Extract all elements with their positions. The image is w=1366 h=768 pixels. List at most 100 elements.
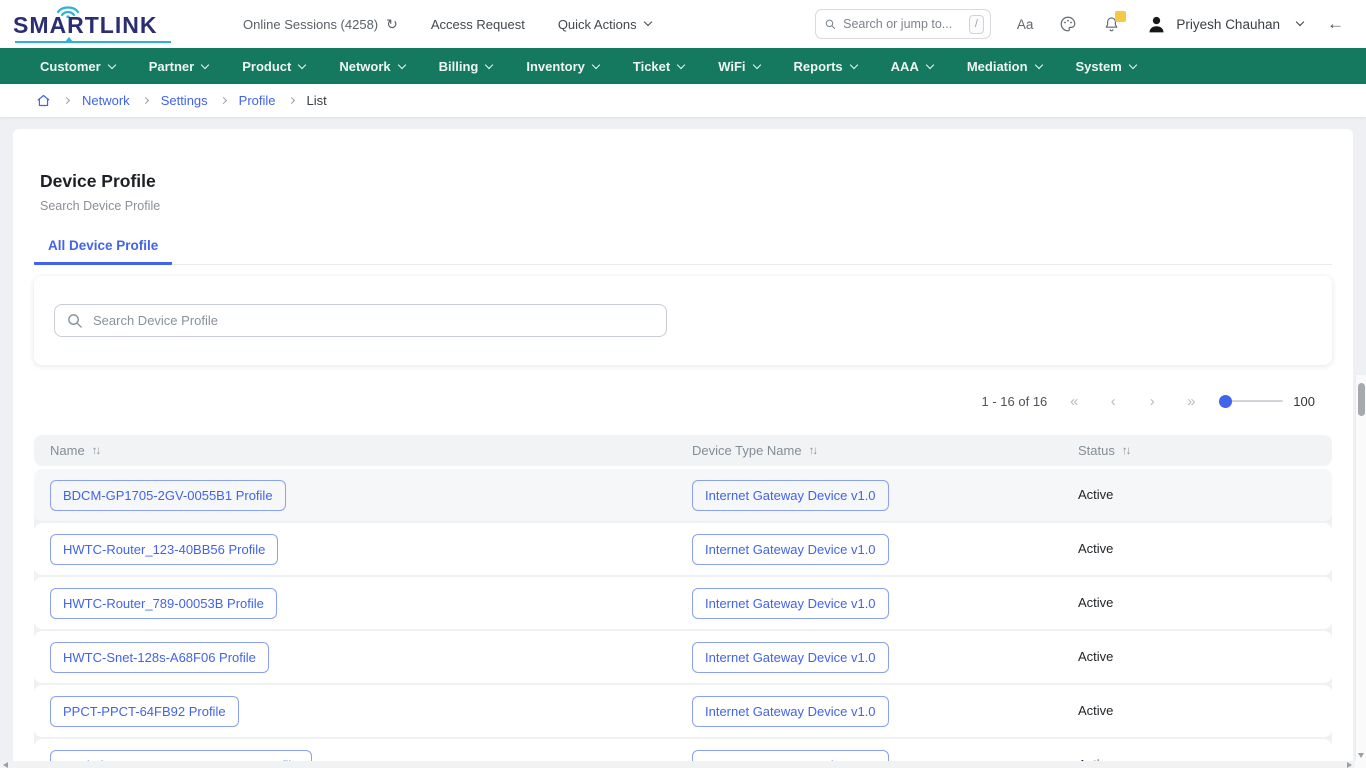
chevron-down-icon xyxy=(849,60,857,68)
table-row: HWTC-Snet-128s-A68F06 Profile Internet Ga… xyxy=(34,631,1332,683)
search-icon xyxy=(825,17,835,31)
device-type-button[interactable]: Internet Gateway Device v1.0 xyxy=(692,642,889,673)
horizontal-scrollbar[interactable] xyxy=(0,761,1355,768)
nav-item-mediation[interactable]: Mediation xyxy=(967,59,1042,74)
nav-item-ticket[interactable]: Ticket xyxy=(633,59,684,74)
breadcrumb-link[interactable]: Network xyxy=(82,93,130,108)
breadcrumb-current: List xyxy=(307,93,327,108)
main-card: Device Profile Search Device Profile All… xyxy=(13,129,1353,768)
nav-item-wifi[interactable]: WiFi xyxy=(718,59,759,74)
profile-name-button[interactable]: HWTC-Snet-128s-A68F06 Profile xyxy=(50,642,269,673)
logo-text: SMARTLINK xyxy=(13,12,157,39)
nav-item-system[interactable]: System xyxy=(1076,59,1136,74)
refresh-icon[interactable]: ↻ xyxy=(386,16,398,33)
nav-item-inventory[interactable]: Inventory xyxy=(526,59,599,74)
breadcrumb-separator-icon xyxy=(287,97,294,104)
font-size-toggle[interactable]: Aa xyxy=(1017,17,1034,32)
chevron-down-icon xyxy=(643,18,651,26)
breadcrumb-separator-icon xyxy=(220,97,227,104)
online-sessions: Online Sessions (4258) ↻ xyxy=(243,16,398,33)
nav-item-customer[interactable]: Customer xyxy=(40,59,115,74)
chevron-down-icon xyxy=(1034,60,1042,68)
chevron-down-icon xyxy=(677,60,685,68)
page-subtitle: Search Device Profile xyxy=(40,199,1353,213)
chevron-down-icon xyxy=(1129,60,1137,68)
smartlink-logo[interactable]: SMARTLINK xyxy=(13,3,181,45)
chevron-down-icon xyxy=(926,60,934,68)
notification-badge xyxy=(1115,11,1126,22)
breadcrumb-link[interactable]: Profile xyxy=(239,93,276,108)
breadcrumb-separator-icon xyxy=(63,97,70,104)
tabs: All Device Profile xyxy=(34,229,1332,265)
home-icon[interactable] xyxy=(36,93,51,108)
filter-panel xyxy=(34,276,1332,365)
global-search-input[interactable] xyxy=(841,16,963,32)
status-text: Active xyxy=(1078,703,1113,718)
profile-name-button[interactable]: PPCT-PPCT-64FB92 Profile xyxy=(50,696,239,727)
scroll-down-arrow-icon[interactable] xyxy=(1358,753,1364,758)
nav-item-reports[interactable]: Reports xyxy=(794,59,857,74)
scrollbar-corner xyxy=(1355,761,1366,768)
status-text: Active xyxy=(1078,487,1113,502)
access-request-link[interactable]: Access Request xyxy=(431,17,525,32)
nav-item-product[interactable]: Product xyxy=(242,59,305,74)
scroll-right-arrow-icon[interactable] xyxy=(1347,762,1352,768)
table-row: BDCM-GP1705-2GV-0055B1 Profile Internet G… xyxy=(34,469,1332,521)
slider-handle[interactable] xyxy=(1219,395,1232,408)
breadcrumb-link[interactable]: Settings xyxy=(161,93,208,108)
palette-icon xyxy=(1059,15,1077,33)
user-menu[interactable]: Priyesh Chauhan xyxy=(1146,14,1303,35)
chevron-down-icon xyxy=(752,60,760,68)
table-row: PPCT-PPCT-64FB92 Profile Internet Gateway… xyxy=(34,685,1332,737)
status-text: Active xyxy=(1078,541,1113,556)
sort-icon[interactable]: ↑↓ xyxy=(92,445,100,457)
column-header-name[interactable]: Name ↑↓ xyxy=(34,443,676,458)
column-header-status[interactable]: Status ↑↓ xyxy=(1062,443,1332,458)
next-page-button[interactable]: › xyxy=(1140,393,1164,410)
profile-name-button[interactable]: HWTC-Router_123-40BB56 Profile xyxy=(50,534,278,565)
first-page-button[interactable]: « xyxy=(1062,393,1086,410)
table-header: Name ↑↓ Device Type Name ↑↓ Status ↑↓ xyxy=(34,435,1332,466)
page-size-slider[interactable] xyxy=(1219,394,1283,408)
theme-palette-icon[interactable] xyxy=(1059,15,1077,33)
online-sessions-label: Online Sessions (4258) xyxy=(243,17,378,32)
global-search[interactable]: / xyxy=(815,9,991,39)
profile-name-button[interactable]: BDCM-GP1705-2GV-0055B1 Profile xyxy=(50,480,286,511)
logo-part-sm: SM xyxy=(13,12,50,38)
table-row: HWTC-Router_123-40BB56 Profile Internet G… xyxy=(34,523,1332,575)
main-content: Device Profile Search Device Profile All… xyxy=(0,117,1366,768)
prev-page-button[interactable]: ‹ xyxy=(1101,393,1125,410)
status-text: Active xyxy=(1078,595,1113,610)
notifications-button[interactable] xyxy=(1103,15,1120,33)
sort-icon[interactable]: ↑↓ xyxy=(1122,445,1130,457)
scroll-left-arrow-icon[interactable] xyxy=(3,762,8,768)
nav-item-billing[interactable]: Billing xyxy=(439,59,493,74)
scrollbar-thumb[interactable] xyxy=(1358,383,1365,416)
device-type-button[interactable]: Internet Gateway Device v1.0 xyxy=(692,480,889,511)
chevron-down-icon xyxy=(201,60,209,68)
sort-icon[interactable]: ↑↓ xyxy=(809,445,817,457)
logo-part-a: A xyxy=(50,12,68,38)
back-arrow[interactable]: ← xyxy=(1327,14,1344,34)
profile-name-button[interactable]: HWTC-Router_789-00053B Profile xyxy=(50,588,277,619)
user-name: Priyesh Chauhan xyxy=(1176,17,1280,32)
table-body: BDCM-GP1705-2GV-0055B1 Profile Internet G… xyxy=(34,469,1332,768)
device-type-button[interactable]: Internet Gateway Device v1.0 xyxy=(692,588,889,619)
page-title: Device Profile xyxy=(13,129,1353,192)
device-type-button[interactable]: Internet Gateway Device v1.0 xyxy=(692,534,889,565)
last-page-button[interactable]: » xyxy=(1179,393,1203,410)
tab-all-device-profile[interactable]: All Device Profile xyxy=(34,229,172,265)
vertical-scrollbar[interactable] xyxy=(1355,375,1366,761)
table-row: HWTC-Router_789-00053B Profile Internet G… xyxy=(34,577,1332,629)
nav-item-aaa[interactable]: AAA xyxy=(891,59,933,74)
nav-item-partner[interactable]: Partner xyxy=(149,59,209,74)
profile-search-input[interactable] xyxy=(91,312,654,329)
pagination-range: 1 - 16 of 16 xyxy=(982,394,1048,409)
column-header-device-type[interactable]: Device Type Name ↑↓ xyxy=(676,443,1062,458)
page-size-value: 100 xyxy=(1293,394,1315,409)
device-type-button[interactable]: Internet Gateway Device v1.0 xyxy=(692,696,889,727)
quick-actions-menu[interactable]: Quick Actions xyxy=(558,17,651,32)
profile-search[interactable] xyxy=(54,304,667,337)
breadcrumb: Network Settings Profile List xyxy=(0,84,1366,117)
nav-item-network[interactable]: Network xyxy=(339,59,404,74)
